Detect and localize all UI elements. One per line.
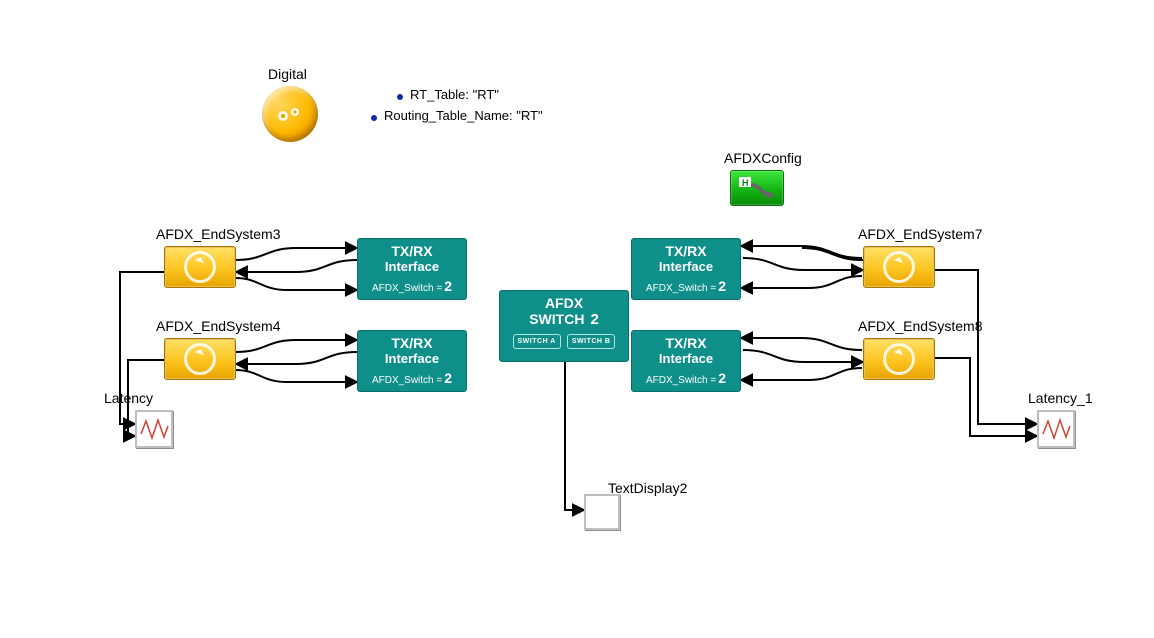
svg-text:H: H — [742, 178, 749, 188]
txrx-line2: Interface — [632, 259, 740, 274]
sub-switch-a[interactable]: SWITCH A — [513, 334, 561, 349]
txrx-switch-prefix: AFDX_Switch = — [372, 375, 442, 386]
txrx-interface-right-top[interactable]: TX/RX Interface AFDX_Switch =2 — [631, 238, 741, 300]
txrx-line2: Interface — [358, 351, 466, 366]
txrx-switch-prefix: AFDX_Switch = — [646, 283, 716, 294]
afdxconfig-block[interactable]: H — [730, 170, 784, 206]
endsystem7-label: AFDX_EndSystem7 — [858, 226, 983, 242]
switch-title-l1: AFDX — [545, 295, 583, 311]
txrx-line1: TX/RX — [632, 335, 740, 351]
oscilloscope-icon — [139, 414, 169, 444]
afdx-switch[interactable]: AFDX SWITCH 2 SWITCH A SWITCH B — [499, 290, 629, 362]
param-dot-icon — [397, 94, 403, 100]
switch-title-l2: SWITCH — [529, 311, 584, 327]
txrx-switch-value: 2 — [444, 278, 452, 294]
endsystem4-label: AFDX_EndSystem4 — [156, 318, 281, 334]
gears-icon — [274, 104, 306, 126]
cycle-icon — [184, 251, 216, 283]
afdxconfig-label: AFDXConfig — [724, 150, 802, 166]
txrx-line1: TX/RX — [358, 335, 466, 351]
latency1-label: Latency_1 — [1028, 390, 1093, 406]
afdx-endsystem7[interactable] — [863, 246, 935, 288]
digital-node[interactable] — [262, 86, 318, 142]
latency-scope[interactable] — [135, 410, 173, 448]
afdx-endsystem3[interactable] — [164, 246, 236, 288]
txrx-interface-left-top[interactable]: TX/RX Interface AFDX_Switch =2 — [357, 238, 467, 300]
param-rt-table: RT_Table: "RT" — [410, 87, 499, 102]
cycle-icon — [883, 343, 915, 375]
txrx-switch-value: 2 — [718, 278, 726, 294]
textdisplay2-block[interactable] — [584, 494, 620, 530]
afdx-endsystem8[interactable] — [863, 338, 935, 380]
oscilloscope-icon — [1041, 414, 1071, 444]
endsystem8-label: AFDX_EndSystem8 — [858, 318, 983, 334]
txrx-switch-prefix: AFDX_Switch = — [646, 375, 716, 386]
param-dot-icon — [371, 115, 377, 121]
endsystem3-label: AFDX_EndSystem3 — [156, 226, 281, 242]
txrx-interface-left-bottom[interactable]: TX/RX Interface AFDX_Switch =2 — [357, 330, 467, 392]
afdxconfig-icon: H — [737, 175, 777, 201]
param-routing-table-name: Routing_Table_Name: "RT" — [384, 108, 543, 123]
txrx-line1: TX/RX — [632, 243, 740, 259]
txrx-line2: Interface — [632, 351, 740, 366]
latency-label: Latency — [104, 390, 153, 406]
cycle-icon — [883, 251, 915, 283]
txrx-line1: TX/RX — [358, 243, 466, 259]
latency1-scope[interactable] — [1037, 410, 1075, 448]
switch-index: 2 — [590, 311, 598, 328]
txrx-switch-value: 2 — [718, 370, 726, 386]
txrx-switch-value: 2 — [444, 370, 452, 386]
txrx-line2: Interface — [358, 259, 466, 274]
cycle-icon — [184, 343, 216, 375]
diagram-canvas[interactable]: Digital RT_Table: "RT" Routing_Table_Nam… — [0, 0, 1154, 638]
txrx-switch-prefix: AFDX_Switch = — [372, 283, 442, 294]
digital-label: Digital — [268, 66, 307, 82]
sub-switch-b[interactable]: SWITCH B — [567, 334, 616, 349]
txrx-interface-right-bottom[interactable]: TX/RX Interface AFDX_Switch =2 — [631, 330, 741, 392]
afdx-endsystem4[interactable] — [164, 338, 236, 380]
